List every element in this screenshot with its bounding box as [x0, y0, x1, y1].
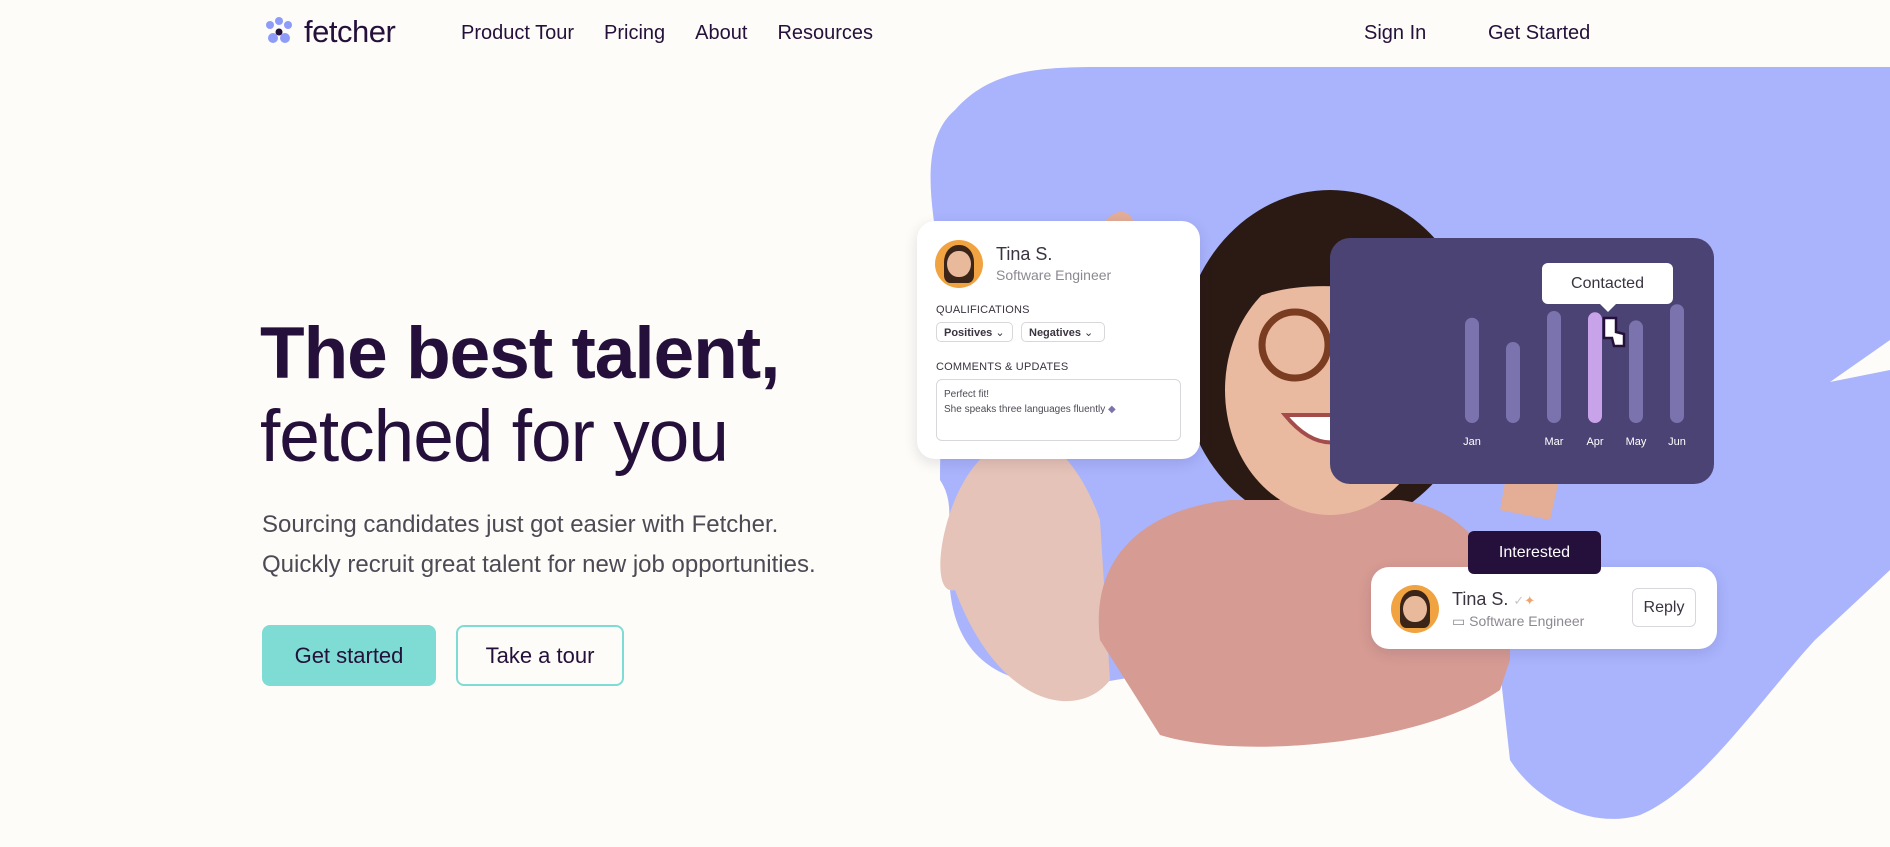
check-icon: ✓	[1513, 593, 1525, 608]
negatives-label: Negatives	[1029, 327, 1081, 339]
chart-bar-apr	[1588, 312, 1602, 423]
chart-label-jun: Jun	[1668, 436, 1686, 448]
avatar	[1391, 585, 1439, 633]
interested-badge: Interested	[1468, 531, 1601, 574]
chevron-down-icon: ⌄	[995, 327, 1005, 339]
chart-label-apr: Apr	[1586, 436, 1603, 448]
chart-bar-jun	[1670, 304, 1684, 423]
logo-text: fetcher	[304, 14, 396, 49]
reply-card: Tina S. ✓✦ ▭ Software Engineer Reply	[1371, 567, 1717, 649]
get-started-button[interactable]: Get started	[262, 625, 436, 686]
chart-bar-may	[1629, 320, 1643, 423]
nav-resources[interactable]: Resources	[777, 22, 873, 45]
get-started-link[interactable]: Get Started	[1488, 22, 1590, 45]
subheadline-line-1: Sourcing candidates just got easier with…	[262, 511, 779, 538]
chart-bar-jan	[1465, 317, 1479, 423]
chevron-down-icon: ⌄	[1084, 327, 1094, 339]
negatives-dropdown[interactable]: Negatives ⌄	[1021, 322, 1105, 342]
nav-links: Product Tour Pricing About Resources	[461, 22, 873, 45]
nav-pricing[interactable]: Pricing	[604, 22, 665, 45]
folder-icon: ▭	[1452, 613, 1466, 629]
chart-label-mar: Mar	[1545, 436, 1564, 448]
qualifications-label: QUALIFICATIONS	[936, 304, 1030, 316]
contacted-tooltip: Contacted	[1542, 263, 1673, 304]
candidate-profile-card: Tina S. Software Engineer QUALIFICATIONS…	[917, 221, 1200, 459]
chart-bars	[1465, 304, 1684, 423]
chart-labels: Jan Mar Apr May Jun	[1463, 436, 1686, 448]
nav-product-tour[interactable]: Product Tour	[461, 22, 574, 45]
contacted-tooltip-tail	[1600, 304, 1616, 312]
chart-bar-feb	[1506, 342, 1520, 423]
comment-line: Perfect fit!	[944, 389, 990, 400]
candidate-name: Tina S.	[996, 244, 1053, 264]
paw-logo-icon	[266, 17, 292, 43]
avatar	[935, 240, 983, 288]
nav-about[interactable]: About	[695, 22, 747, 45]
reply-button[interactable]: Reply	[1632, 588, 1696, 627]
tag-icon: ◆	[1108, 404, 1116, 415]
candidate-role: Software Engineer	[996, 267, 1112, 283]
hand-cursor-icon	[1602, 316, 1626, 348]
sign-in-link[interactable]: Sign In	[1364, 22, 1426, 45]
comments-label: COMMENTS & UPDATES	[936, 361, 1069, 373]
candidate-name: Tina S. ✓✦	[1452, 589, 1536, 609]
chart-label-jan: Jan	[1463, 436, 1481, 448]
positives-dropdown[interactable]: Positives ⌄	[936, 322, 1013, 342]
sparkle-icon: ✦	[1524, 593, 1536, 608]
headline-bold: The best talent,	[260, 313, 780, 394]
chart-label-may: May	[1626, 436, 1647, 448]
positives-label: Positives	[944, 327, 993, 339]
headline-light: fetched for you	[260, 396, 729, 477]
subheadline-line-2: Quickly recruit great talent for new job…	[262, 551, 816, 578]
candidate-role: ▭ Software Engineer	[1452, 613, 1585, 629]
chart-bar-mar	[1547, 310, 1561, 423]
comments-textarea[interactable]: Perfect fit! She speaks three languages …	[936, 379, 1181, 441]
fetcher-logo[interactable]: fetcher	[262, 14, 396, 50]
top-navigation: fetcher Product Tour Pricing About Resou…	[0, 0, 1890, 67]
take-a-tour-button[interactable]: Take a tour	[456, 625, 624, 686]
comment-line: She speaks three languages fluently ◆	[944, 404, 1116, 415]
